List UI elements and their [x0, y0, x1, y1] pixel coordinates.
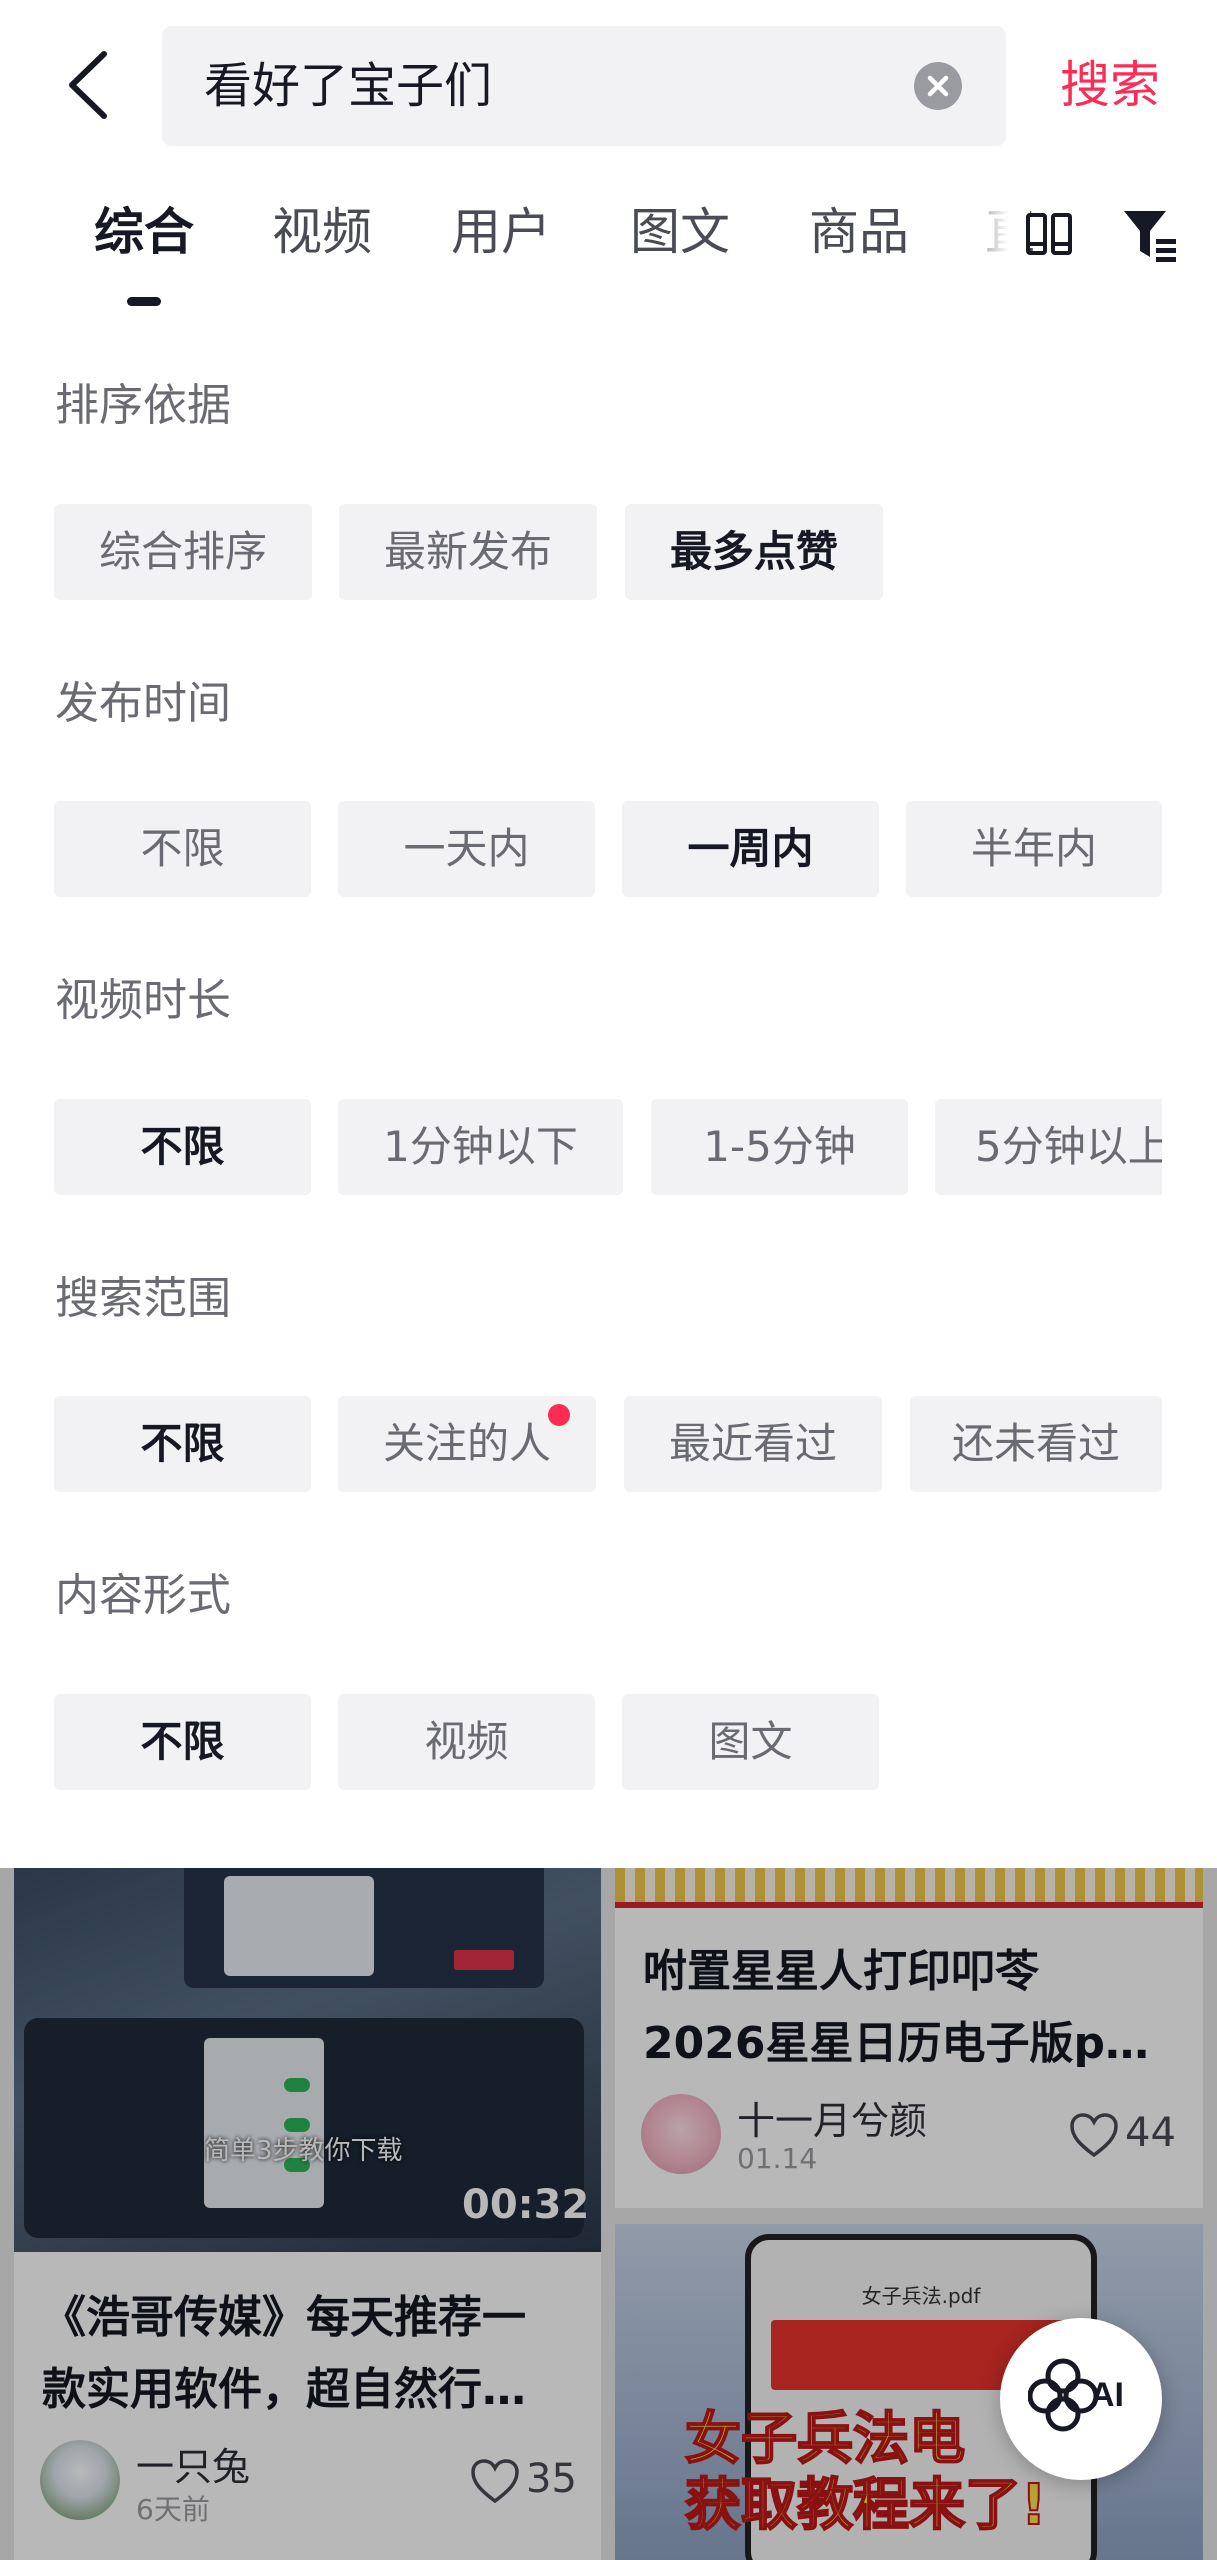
red-button-shape — [454, 1950, 514, 1970]
heart-icon[interactable] — [1069, 2112, 1119, 2158]
ai-flower-icon — [1028, 2358, 1098, 2432]
back-arrow-icon — [69, 51, 107, 119]
filter-icon[interactable] — [1122, 207, 1178, 265]
avatar[interactable] — [641, 2094, 721, 2174]
duration-options: 不限 1分钟以下 1-5分钟 5分钟以上 — [0, 1099, 1162, 1195]
avatar[interactable] — [40, 2440, 120, 2520]
settings-dialog — [224, 1876, 374, 1976]
content-type-section-title: 内容形式 — [55, 1570, 231, 1621]
sort-options: 综合排序 最新发布 最多点赞 — [0, 504, 1162, 600]
result-title-line-2: 2026星星日历电子版p… — [643, 2018, 1149, 2069]
scope-options: 不限 关注的人 最近看过 还未看过 — [0, 1396, 1162, 1492]
content-type-option-image-text[interactable]: 图文 — [622, 1694, 879, 1790]
publish-time-options: 不限 一天内 一周内 半年内 — [0, 801, 1162, 897]
ai-assistant-button[interactable]: AI — [1000, 2318, 1162, 2480]
duration-option-1-5min[interactable]: 1-5分钟 — [651, 1099, 908, 1195]
scope-option-not-viewed[interactable]: 还未看过 — [910, 1396, 1162, 1492]
result-card[interactable]: 简单3步教你下载 00:32 《浩哥传媒》每天推荐一 款实用软件，超自然行… 一… — [14, 1868, 601, 2560]
author-name[interactable]: 一只兔 — [136, 2436, 250, 2491]
video-thumbnail: 简单3步教你下载 00:32 — [14, 1868, 601, 2252]
active-tab-indicator — [127, 297, 161, 306]
scope-option-recently-viewed[interactable]: 最近看过 — [624, 1396, 882, 1492]
heart-icon[interactable] — [470, 2458, 520, 2504]
ai-label: AI — [1090, 2376, 1124, 2414]
tab-videos[interactable]: 视频 — [272, 197, 372, 267]
result-title-line-2: 款实用软件，超自然行… — [42, 2364, 526, 2415]
scope-option-any[interactable]: 不限 — [54, 1396, 311, 1492]
duration-option-any[interactable]: 不限 — [54, 1099, 311, 1195]
sort-option-newest[interactable]: 最新发布 — [339, 504, 597, 600]
publish-time-option-6months[interactable]: 半年内 — [906, 801, 1162, 897]
video-duration: 00:32 — [462, 2182, 590, 2228]
result-title-line-1: 《浩哥传媒》每天推荐一 — [42, 2292, 526, 2343]
tablet-screen — [184, 1868, 544, 1988]
sort-section-title: 排序依据 — [55, 380, 231, 431]
new-indicator-dot — [548, 1404, 570, 1426]
clear-icon — [927, 75, 949, 97]
search-input[interactable]: 看好了宝子们 — [162, 26, 1006, 146]
toggle-dialog — [204, 2038, 324, 2208]
search-button[interactable]: 搜索 — [1060, 40, 1160, 130]
layout-toggle-icon[interactable] — [1025, 211, 1075, 261]
result-card[interactable]: 咐置星星人打印叩苓 2026星星日历电子版p… 十一月兮颜 01.14 44 — [615, 1868, 1203, 2208]
result-title-line-1: 咐置星星人打印叩苓 — [643, 1946, 1039, 1997]
tab-users[interactable]: 用户 — [451, 197, 551, 267]
thumbnail-headline-2: 获取教程来了! — [684, 2472, 1048, 2539]
duration-option-over-5min[interactable]: 5分钟以上 — [935, 1099, 1162, 1195]
image-thumbnail — [615, 1868, 1203, 1908]
publish-time-option-1day[interactable]: 一天内 — [338, 801, 595, 897]
filter-panel: 排序依据 综合排序 最新发布 最多点赞 发布时间 不限 一天内 一周内 半年内 … — [0, 315, 1217, 1868]
publish-time-section-title: 发布时间 — [55, 678, 231, 729]
search-query-text: 看好了宝子们 — [204, 58, 493, 114]
tab-products[interactable]: 商品 — [809, 197, 909, 267]
search-header: 看好了宝子们 搜索 — [0, 0, 1217, 170]
sort-option-comprehensive[interactable]: 综合排序 — [54, 504, 312, 600]
search-tabs: 综合 视频 用户 图文 商品 直 — [0, 175, 1217, 315]
duration-option-under-1min[interactable]: 1分钟以下 — [338, 1099, 623, 1195]
tab-image-text[interactable]: 图文 — [630, 197, 730, 267]
tab-comprehensive[interactable]: 综合 — [94, 197, 194, 267]
sort-option-most-liked[interactable]: 最多点赞 — [625, 504, 883, 600]
content-type-options: 不限 视频 图文 — [0, 1694, 1162, 1790]
back-button[interactable] — [52, 40, 132, 130]
duration-section-title: 视频时长 — [55, 975, 231, 1026]
clear-search-button[interactable] — [914, 62, 962, 110]
publish-time-option-1week[interactable]: 一周内 — [622, 801, 879, 897]
thumbnail-caption: 简单3步教你下载 — [204, 2136, 403, 2166]
like-count: 35 — [526, 2456, 577, 2502]
content-type-option-video[interactable]: 视频 — [338, 1694, 595, 1790]
scope-section-title: 搜索范围 — [55, 1273, 231, 1324]
tabs-fade-overlay — [960, 185, 1030, 285]
author-name[interactable]: 十一月兮颜 — [737, 2090, 927, 2145]
post-time: 01.14 — [737, 2142, 818, 2175]
publish-time-option-any[interactable]: 不限 — [54, 801, 311, 897]
post-time: 6天前 — [136, 2493, 210, 2526]
like-count: 44 — [1125, 2110, 1176, 2156]
content-type-option-any[interactable]: 不限 — [54, 1694, 311, 1790]
